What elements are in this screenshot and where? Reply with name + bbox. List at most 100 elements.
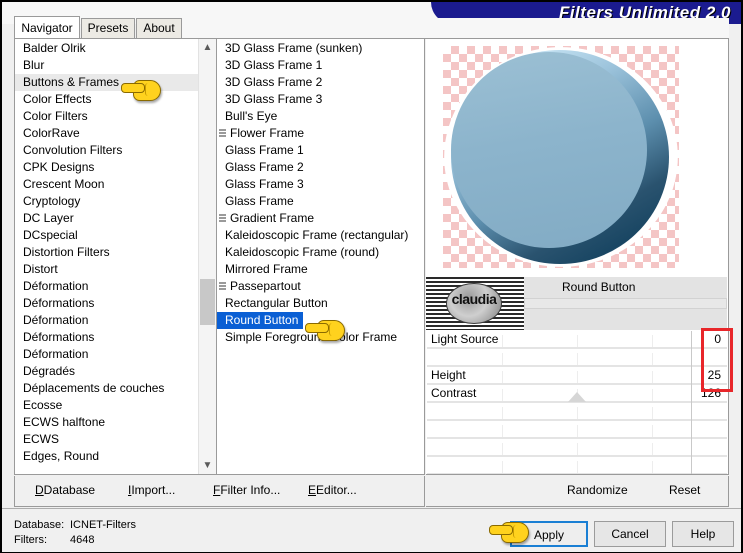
category-item[interactable]: Balder Olrik <box>15 40 216 57</box>
slider-tick <box>577 335 578 347</box>
slider-tick <box>502 443 503 455</box>
slider-ticks <box>427 425 727 437</box>
randomize-link[interactable]: Randomize <box>567 483 628 497</box>
filter-item[interactable]: Glass Frame 1 <box>217 142 424 159</box>
slider-ticks <box>427 407 727 419</box>
parameter-row[interactable]: Height 25 <box>427 367 727 385</box>
parameter-slider-list[interactable]: Light Source 0 Height 25 Contrast 126 <box>427 331 727 474</box>
category-item[interactable]: Cryptology <box>15 193 216 210</box>
filter-item[interactable]: 3D Glass Frame 1 <box>217 57 424 74</box>
filter-item[interactable]: Mirrored Frame <box>217 261 424 278</box>
editor-link[interactable]: EEditor... <box>308 483 357 497</box>
slider-tick <box>502 335 503 347</box>
category-item[interactable]: Ecosse <box>15 397 216 414</box>
filter-item[interactable]: Passepartout <box>217 278 424 295</box>
category-item[interactable]: Déformations <box>15 329 216 346</box>
filters-status: Filters: 4648 <box>14 534 94 546</box>
help-button[interactable]: Help <box>672 521 734 547</box>
filter-item-label: Round Button <box>217 312 304 329</box>
slider-tick <box>577 353 578 365</box>
parameter-row[interactable]: Contrast 126 <box>427 385 727 403</box>
preview-area[interactable] <box>427 40 727 273</box>
parameter-row[interactable] <box>427 349 727 367</box>
reset-link[interactable]: Reset <box>669 483 700 497</box>
scroll-down-icon[interactable]: ▼ <box>199 457 216 474</box>
category-item[interactable]: Buttons & Frames <box>15 74 216 91</box>
watermark-label: claudia <box>451 291 497 307</box>
import-link[interactable]: IImport... <box>128 483 175 497</box>
round-button-face <box>451 52 647 248</box>
category-item[interactable]: Color Filters <box>15 108 216 125</box>
parameter-row[interactable] <box>427 421 727 439</box>
filter-item-label: 3D Glass Frame 1 <box>225 58 323 72</box>
filter-item[interactable]: Glass Frame 2 <box>217 159 424 176</box>
tab-presets[interactable]: Presets <box>81 18 135 38</box>
category-item[interactable]: ECWS <box>15 431 216 448</box>
category-item[interactable]: Color Effects <box>15 91 216 108</box>
slider-ticks <box>427 353 727 365</box>
filter-item[interactable]: Gradient Frame <box>217 210 424 227</box>
slider-tick <box>577 371 578 383</box>
cancel-button[interactable]: Cancel <box>594 521 666 547</box>
category-item[interactable]: Convolution Filters <box>15 142 216 159</box>
tab-navigator[interactable]: Navigator <box>14 16 80 38</box>
parameter-row[interactable]: Light Source 0 <box>427 331 727 349</box>
parameter-row[interactable] <box>427 403 727 421</box>
slider-tick <box>577 407 578 419</box>
database-link[interactable]: DDatabase <box>35 483 95 497</box>
category-item[interactable]: DC Layer <box>15 210 216 227</box>
category-item[interactable]: Déformation <box>15 278 216 295</box>
slider-track[interactable] <box>427 473 727 474</box>
category-item[interactable]: Dégradés <box>15 363 216 380</box>
database-status-value: ICNET-Filters <box>70 519 136 531</box>
filter-item[interactable]: Rectangular Button <box>217 295 424 312</box>
filter-item[interactable]: Glass Frame 3 <box>217 176 424 193</box>
filter-item[interactable]: Round Button <box>217 312 424 329</box>
slider-handle[interactable] <box>568 392 586 402</box>
import-link-label: Import... <box>131 483 176 497</box>
filter-item[interactable]: Flower Frame <box>217 125 424 142</box>
category-item[interactable]: Crescent Moon <box>15 176 216 193</box>
filter-item[interactable]: 3D Glass Frame 3 <box>217 91 424 108</box>
filter-item-label: Glass Frame 2 <box>225 160 304 174</box>
category-item[interactable]: Déplacements de couches <box>15 380 216 397</box>
apply-button[interactable]: Apply <box>510 521 588 547</box>
category-item[interactable]: ColorRave <box>15 125 216 142</box>
filter-item[interactable]: Kaleidoscopic Frame (rectangular) <box>217 227 424 244</box>
scroll-up-icon[interactable]: ▲ <box>199 39 216 56</box>
category-item[interactable]: Distort <box>15 261 216 278</box>
category-item[interactable]: Déformation <box>15 346 216 363</box>
category-item[interactable]: Distortion Filters <box>15 244 216 261</box>
category-item[interactable]: ECWS halftone <box>15 414 216 431</box>
slider-tick <box>577 425 578 437</box>
filter-list[interactable]: 3D Glass Frame (sunken) 3D Glass Frame 1 3… <box>217 40 424 346</box>
category-item[interactable]: Déformation <box>15 312 216 329</box>
filter-header-spacer <box>524 309 727 330</box>
slider-tick <box>652 443 653 455</box>
filter-item[interactable]: Glass Frame <box>217 193 424 210</box>
category-item[interactable]: Blur <box>15 57 216 74</box>
slider-ticks <box>427 371 727 383</box>
filter-item[interactable]: Bull's Eye <box>217 108 424 125</box>
tab-about[interactable]: About <box>136 18 182 38</box>
category-item[interactable]: Edges, Round <box>15 448 216 465</box>
slider-tick <box>652 335 653 347</box>
slider-tick <box>652 425 653 437</box>
category-item[interactable]: DCspecial <box>15 227 216 244</box>
category-item[interactable]: CPK Designs <box>15 159 216 176</box>
scrollbar-thumb[interactable] <box>200 279 215 325</box>
filter-item[interactable]: 3D Glass Frame 2 <box>217 74 424 91</box>
tab-strip: Navigator Presets About <box>14 16 729 39</box>
database-status-key: Database: <box>14 519 65 531</box>
filter-item[interactable]: Simple Foreground Color Frame <box>217 329 424 346</box>
parameter-row[interactable] <box>427 439 727 457</box>
parameter-row[interactable] <box>427 457 727 474</box>
filter-item-label: 3D Glass Frame 2 <box>225 75 323 89</box>
filter-item[interactable]: Kaleidoscopic Frame (round) <box>217 244 424 261</box>
filter-list-panel: 3D Glass Frame (sunken) 3D Glass Frame 1 3… <box>217 38 425 475</box>
category-scrollbar[interactable]: ▲ ▼ <box>198 39 216 474</box>
filter-info-link[interactable]: FFilter Info... <box>213 483 280 497</box>
category-list[interactable]: Balder Olrik Blur Buttons & Frames Color Ef… <box>15 40 216 465</box>
filter-item[interactable]: 3D Glass Frame (sunken) <box>217 40 424 57</box>
category-item[interactable]: Déformations <box>15 295 216 312</box>
